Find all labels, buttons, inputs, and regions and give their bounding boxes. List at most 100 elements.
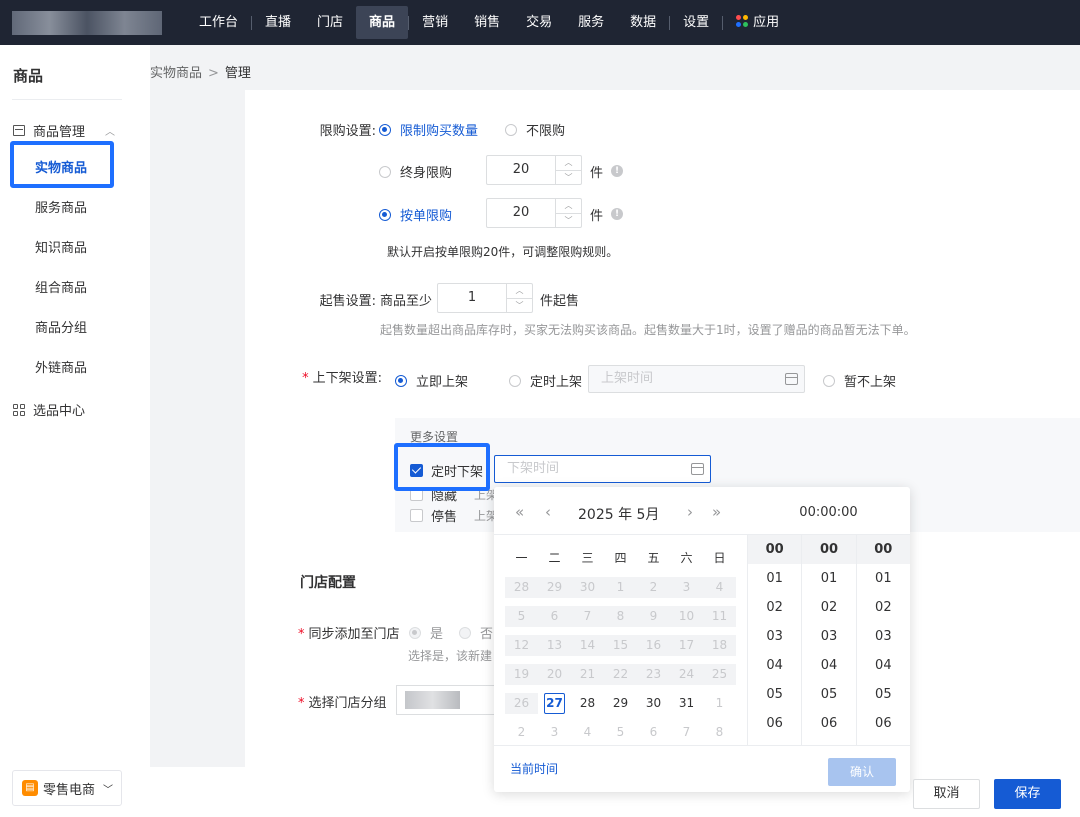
- nav-sales[interactable]: 销售: [461, 6, 513, 39]
- radio-per-order-limit[interactable]: 按单限购: [379, 205, 452, 224]
- calendar-day[interactable]: 3: [538, 722, 571, 743]
- confirm-button[interactable]: 确认: [828, 758, 896, 786]
- nav-live[interactable]: 直播: [252, 6, 304, 39]
- sidebar-item-knowledge-goods[interactable]: 知识商品: [35, 237, 87, 256]
- prev-month-icon[interactable]: ‹: [545, 503, 551, 521]
- off-shelf-time-input[interactable]: 下架时间: [494, 455, 711, 483]
- minute-option[interactable]: 06: [802, 709, 855, 738]
- prev-year-icon[interactable]: «: [515, 503, 524, 521]
- calendar-day[interactable]: 27: [538, 693, 571, 714]
- increment-icon[interactable]: ︿: [507, 284, 532, 299]
- nav-apps[interactable]: 应用: [723, 6, 792, 39]
- radio-shelf-now[interactable]: 立即上架: [395, 371, 468, 390]
- nav-service[interactable]: 服务: [565, 6, 617, 39]
- info-icon[interactable]: !: [611, 165, 623, 177]
- second-option[interactable]: 03: [857, 622, 910, 651]
- calendar-week-row: 12 13 14 15 16 17 18: [505, 631, 736, 660]
- radio-limit-quantity[interactable]: 限制购买数量: [379, 120, 478, 139]
- increment-icon[interactable]: ︿: [556, 199, 581, 214]
- sidebar-item-service-goods[interactable]: 服务商品: [35, 197, 87, 216]
- minute-option[interactable]: 04: [802, 651, 855, 680]
- minute-option[interactable]: 01: [802, 564, 855, 593]
- calendar-day[interactable]: 8: [703, 722, 736, 743]
- calendar-day[interactable]: 29: [604, 693, 637, 714]
- radio-lifetime-limit[interactable]: 终身限购: [379, 162, 452, 181]
- calendar-day[interactable]: 31: [670, 693, 703, 714]
- calendar-day[interactable]: 30: [637, 693, 670, 714]
- calendar-day: 12: [505, 635, 538, 656]
- hour-option[interactable]: 02: [748, 593, 801, 622]
- nav-marketing[interactable]: 营销: [409, 6, 461, 39]
- second-option[interactable]: 00: [856, 535, 910, 564]
- info-icon[interactable]: !: [611, 208, 623, 220]
- increment-icon[interactable]: ︿: [556, 156, 581, 171]
- radio-dot: [505, 123, 517, 136]
- nav-trade[interactable]: 交易: [513, 6, 565, 39]
- stepper-value[interactable]: 1: [438, 284, 506, 312]
- nav-workbench[interactable]: 工作台: [186, 6, 251, 39]
- cancel-button[interactable]: 取消: [913, 779, 980, 809]
- hour-option[interactable]: 01: [748, 564, 801, 593]
- decrement-icon[interactable]: ﹀: [556, 171, 581, 185]
- calendar-day[interactable]: 2: [505, 722, 538, 743]
- next-month-icon[interactable]: ›: [687, 503, 693, 521]
- sidebar-item-goods-group[interactable]: 商品分组: [35, 317, 87, 336]
- sidebar-item-selection-center[interactable]: 选品中心: [13, 400, 85, 419]
- second-option[interactable]: 06: [857, 709, 910, 738]
- calendar-day[interactable]: 28: [571, 693, 604, 714]
- second-column: 00 01 02 03 04 05 06: [856, 535, 910, 745]
- radio-sync-yes[interactable]: 是: [409, 623, 443, 642]
- nav-settings[interactable]: 设置: [670, 6, 722, 39]
- picker-year-month[interactable]: 2025 年 5月: [578, 504, 659, 524]
- minute-option[interactable]: 03: [802, 622, 855, 651]
- hour-option[interactable]: 00: [748, 535, 802, 564]
- second-option[interactable]: 01: [857, 564, 910, 593]
- min-purchase-stepper[interactable]: 1 ︿ ﹀: [437, 283, 533, 313]
- radio-shelf-none[interactable]: 暂不上架: [823, 371, 896, 390]
- minute-option[interactable]: 02: [802, 593, 855, 622]
- calendar-day: 9: [637, 606, 670, 627]
- calendar-day[interactable]: 4: [571, 722, 604, 743]
- stepper-value[interactable]: 20: [487, 156, 555, 184]
- second-option[interactable]: 05: [857, 680, 910, 709]
- radio-sync-no[interactable]: 否: [459, 623, 493, 642]
- breadcrumb-parent[interactable]: 实物商品: [150, 66, 202, 81]
- shelf-time-input[interactable]: 上架时间: [588, 365, 805, 393]
- radio-no-limit[interactable]: 不限购: [505, 120, 565, 139]
- brand-logo[interactable]: [12, 11, 162, 35]
- sidebar-item-external-goods[interactable]: 外链商品: [35, 357, 87, 376]
- calendar-day[interactable]: 1: [703, 693, 736, 714]
- minute-option[interactable]: 05: [802, 680, 855, 709]
- nav-goods[interactable]: 商品: [356, 6, 409, 39]
- decrement-icon[interactable]: ﹀: [556, 214, 581, 228]
- save-button[interactable]: 保存: [994, 779, 1061, 809]
- nav-store[interactable]: 门店: [304, 6, 356, 39]
- hour-option[interactable]: 06: [748, 709, 801, 738]
- shop-switcher[interactable]: ▤ 零售电商 ﹀: [12, 770, 122, 806]
- sidebar-item-combo-goods[interactable]: 组合商品: [35, 277, 87, 296]
- calendar-day[interactable]: 7: [670, 722, 703, 743]
- decrement-icon[interactable]: ﹀: [507, 299, 532, 313]
- per-order-limit-stepper[interactable]: 20 ︿ ﹀: [486, 198, 582, 228]
- calendar-day[interactable]: 6: [637, 722, 670, 743]
- current-time-link[interactable]: 当前时间: [510, 760, 558, 777]
- calendar-day[interactable]: 5: [604, 722, 637, 743]
- next-year-icon[interactable]: »: [712, 503, 721, 521]
- hour-option[interactable]: 05: [748, 680, 801, 709]
- store-group-label: * 选择门店分组: [298, 692, 387, 711]
- calendar-day-today: 27: [544, 693, 565, 714]
- radio-shelf-timed[interactable]: 定时上架: [509, 371, 582, 390]
- minute-option[interactable]: 00: [802, 535, 856, 564]
- sidebar-group-goods-manage[interactable]: 商品管理 ︿: [13, 121, 115, 140]
- second-option[interactable]: 04: [857, 651, 910, 680]
- store-group-select[interactable]: [396, 685, 496, 715]
- checkbox-stop-sale[interactable]: 停售: [410, 506, 457, 525]
- hour-option[interactable]: 04: [748, 651, 801, 680]
- stepper-value[interactable]: 20: [487, 199, 555, 227]
- breadcrumb-separator: >: [208, 66, 219, 81]
- lifetime-limit-stepper[interactable]: 20 ︿ ﹀: [486, 155, 582, 185]
- store-config-title: 门店配置: [300, 575, 356, 591]
- nav-data[interactable]: 数据: [617, 6, 669, 39]
- hour-option[interactable]: 03: [748, 622, 801, 651]
- second-option[interactable]: 02: [857, 593, 910, 622]
